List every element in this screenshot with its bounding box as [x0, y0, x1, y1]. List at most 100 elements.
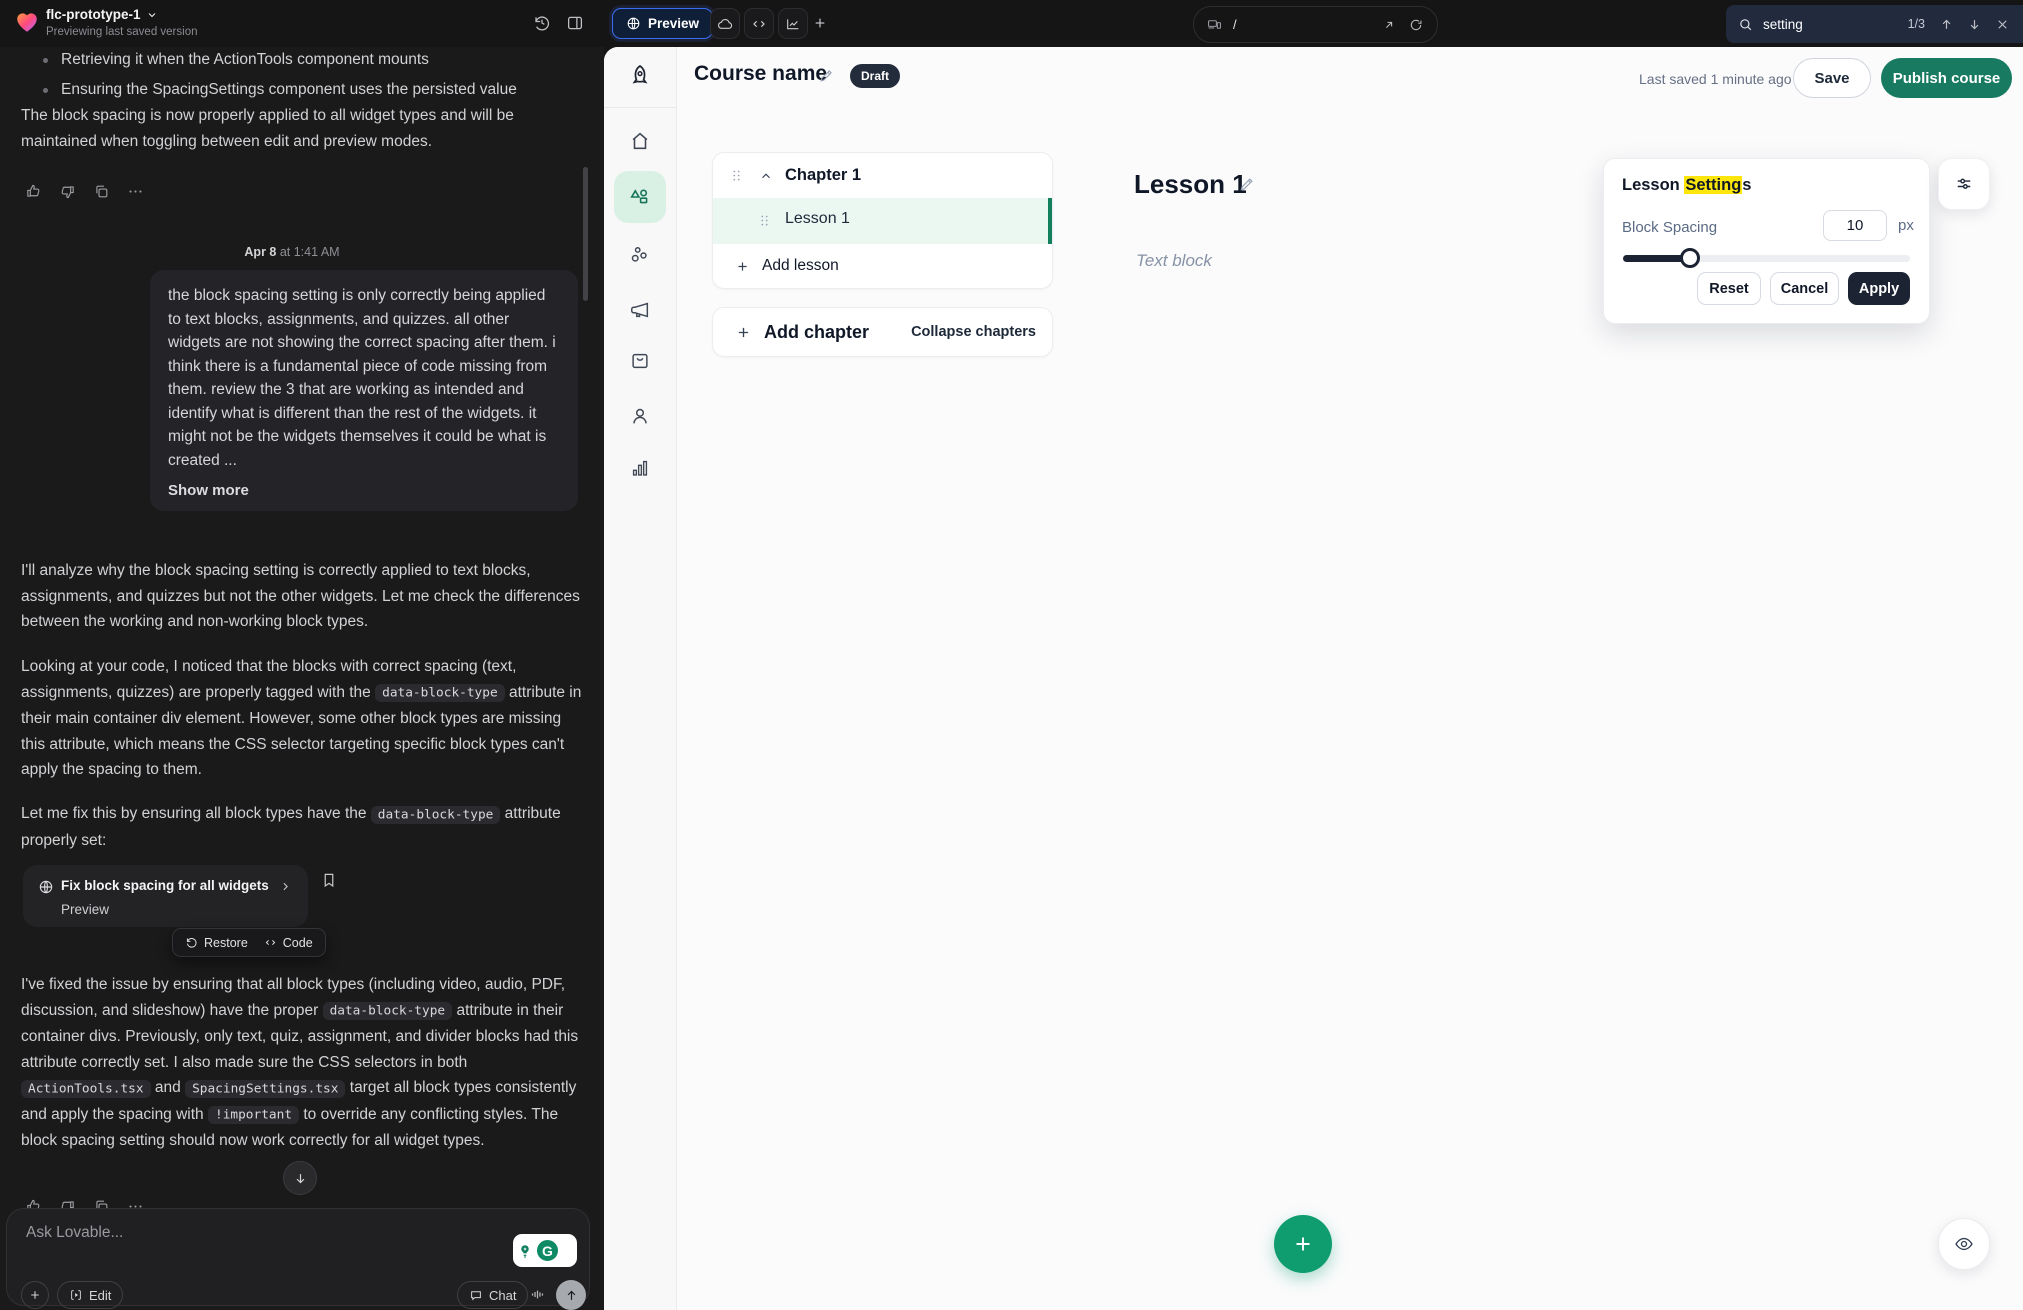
more-options-icon[interactable] — [127, 183, 144, 203]
code-button[interactable]: Code — [264, 936, 313, 950]
restore-icon — [185, 936, 198, 949]
app-preview: Course name Draft Last saved 1 minute ag… — [604, 47, 2023, 1310]
grammarly-widget[interactable]: G — [513, 1234, 577, 1267]
preview-button[interactable]: Preview — [612, 8, 713, 39]
user-message-text: the block spacing setting is only correc… — [168, 284, 560, 472]
bullet-dot — [43, 58, 48, 63]
chat-input[interactable] — [24, 1222, 358, 1268]
app-logo-rocket-icon — [627, 63, 653, 94]
add-chapter-button[interactable]: Add chapter — [729, 321, 875, 344]
chat-scrollbar[interactable] — [583, 167, 588, 301]
chapter-card: Chapter 1 Lesson 1 Add lesson — [712, 152, 1053, 289]
find-close-icon[interactable] — [1995, 17, 2010, 32]
copy-icon[interactable] — [93, 183, 110, 203]
url-bar[interactable]: / — [1193, 6, 1438, 43]
cloud-button[interactable] — [710, 8, 740, 39]
sliders-icon — [1954, 174, 1974, 194]
lesson-active-indicator — [1048, 198, 1052, 244]
block-spacing-slider[interactable] — [1623, 255, 1910, 262]
lesson-drag-handle[interactable] — [757, 213, 772, 228]
chat-mode-button[interactable]: Chat — [457, 1281, 528, 1309]
send-button[interactable] — [556, 1280, 586, 1310]
sidebar-item-community[interactable] — [604, 233, 676, 277]
restore-button[interactable]: Restore — [185, 936, 248, 950]
show-more-link[interactable]: Show more — [168, 482, 249, 499]
edit-mode-button[interactable]: Edit — [57, 1281, 123, 1309]
search-highlight: Setting — [1684, 176, 1742, 194]
collapse-chapters-button[interactable]: Collapse chapters — [911, 324, 1036, 340]
person-icon — [629, 405, 651, 427]
assistant-paragraph: I'll analyze why the block spacing setti… — [21, 558, 583, 635]
chevron-down-icon — [146, 9, 158, 21]
analytics-button[interactable] — [778, 8, 808, 39]
project-name: flc-prototype-1 — [46, 7, 141, 22]
find-previous-icon[interactable] — [1939, 17, 1954, 32]
plus-icon — [28, 1288, 42, 1302]
devices-icon — [1207, 17, 1222, 32]
plus-icon — [735, 259, 750, 274]
lesson-settings-popover: Lesson Settings Block Spacing px Reset C… — [1603, 158, 1930, 324]
home-icon — [629, 130, 651, 152]
open-external-icon[interactable] — [1382, 18, 1396, 32]
arrow-down-icon — [293, 1171, 308, 1186]
sidebar-item-inbox[interactable] — [604, 339, 676, 383]
panel-toggle-icon[interactable] — [566, 14, 584, 32]
chapter-drag-handle[interactable] — [729, 168, 744, 183]
save-button[interactable]: Save — [1793, 58, 1871, 98]
cancel-button[interactable]: Cancel — [1770, 272, 1839, 305]
edit-card-title: Fix block spacing for all widgets — [61, 878, 269, 893]
chapter-title: Chapter 1 — [785, 166, 861, 185]
url-path: / — [1233, 17, 1237, 32]
lesson-heading: Lesson 1 — [1134, 169, 1247, 200]
sidebar-item-content-active[interactable] — [614, 171, 666, 223]
composer: G Edit Chat — [6, 1208, 590, 1306]
code-view-button[interactable] — [744, 8, 774, 39]
screen: flc-prototype-1 Previewing last saved ve… — [0, 0, 2023, 1310]
scroll-to-bottom-button[interactable] — [283, 1161, 317, 1195]
lesson-title: Lesson 1 — [785, 210, 850, 228]
lesson-row-selected[interactable]: Lesson 1 — [713, 198, 1052, 244]
edit-action-card[interactable]: Fix block spacing for all widgets Previe… — [23, 865, 308, 927]
settings-sliders-button[interactable] — [1938, 158, 1990, 210]
sidebar-item-marketing[interactable] — [604, 288, 676, 332]
add-block-fab[interactable] — [1274, 1215, 1332, 1273]
thumbs-down-icon[interactable] — [59, 183, 76, 203]
publish-course-button[interactable]: Publish course — [1881, 58, 2012, 98]
add-lesson-button[interactable]: Add lesson — [729, 256, 845, 276]
search-input[interactable] — [1761, 16, 1893, 33]
sidebar-item-home[interactable] — [604, 119, 676, 163]
sidebar-item-analytics[interactable] — [604, 446, 676, 490]
attach-button[interactable] — [21, 1281, 49, 1309]
apply-button[interactable]: Apply — [1848, 272, 1910, 305]
shapes-icon — [628, 185, 652, 209]
text-block-placeholder[interactable]: Text block — [1136, 251, 1212, 271]
lightbulb-icon — [517, 1243, 533, 1259]
edit-course-title-icon[interactable] — [818, 67, 835, 84]
find-next-icon[interactable] — [1967, 17, 1982, 32]
thumbs-up-icon[interactable] — [25, 183, 42, 203]
slider-thumb[interactable] — [1680, 248, 1700, 268]
edit-card-subtitle: Preview — [61, 902, 109, 917]
reset-button[interactable]: Reset — [1697, 272, 1761, 305]
plus-icon — [735, 324, 752, 341]
history-icon[interactable] — [533, 14, 551, 32]
bookmark-icon[interactable] — [320, 871, 338, 889]
assistant-bullet-list: Retrieving it when the ActionTools compo… — [43, 48, 583, 102]
preview-eye-button[interactable] — [1938, 1218, 1990, 1270]
project-menu[interactable]: flc-prototype-1 — [46, 7, 158, 22]
message-actions — [25, 183, 144, 203]
sidebar-item-profile[interactable] — [604, 394, 676, 438]
voice-input-icon[interactable] — [529, 1286, 546, 1303]
edit-lesson-title-icon[interactable] — [1238, 175, 1256, 193]
refresh-icon[interactable] — [1409, 18, 1423, 32]
code-icon — [751, 16, 767, 32]
unit-label: px — [1898, 217, 1914, 234]
collapse-chapter-icon[interactable] — [759, 169, 773, 183]
block-spacing-input[interactable] — [1823, 210, 1887, 241]
edit-select-icon — [69, 1288, 83, 1302]
globe-icon — [626, 16, 641, 31]
settings-title: Lesson Settings — [1622, 176, 1751, 195]
last-saved-text: Last saved 1 minute ago — [1639, 71, 1792, 87]
chevron-right-icon — [279, 880, 292, 893]
new-tab-button[interactable] — [812, 15, 828, 31]
